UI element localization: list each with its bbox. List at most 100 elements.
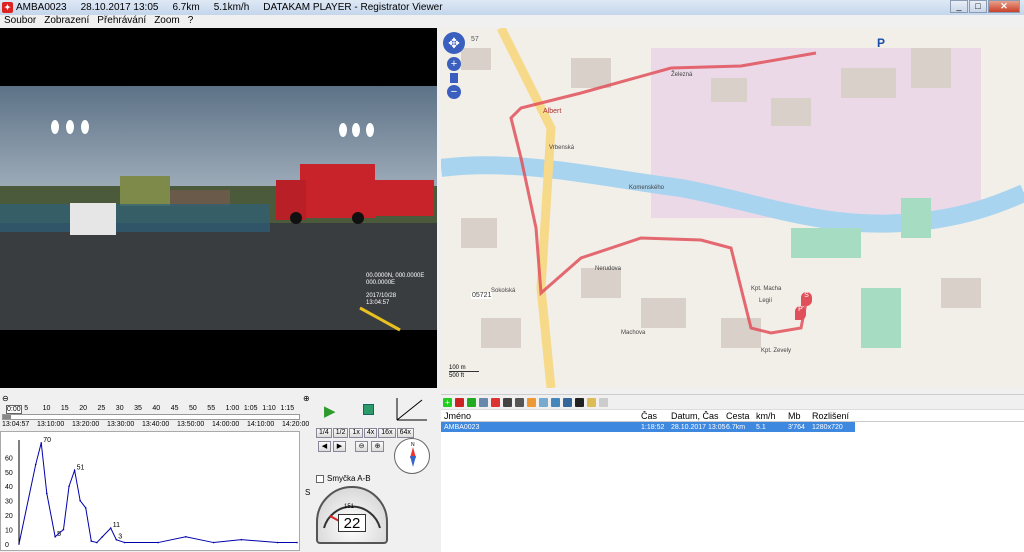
y-tick-label: 30: [5, 499, 13, 506]
col-path[interactable]: Cesta: [726, 411, 756, 421]
zoom-tick: 1:15: [280, 405, 295, 412]
document-icon[interactable]: [599, 397, 608, 407]
cell-time: 1:18:52: [641, 423, 665, 431]
col-speed[interactable]: km/h: [756, 411, 788, 421]
table-row[interactable]: AMBA0023 1:18:52 28.10.2017 13:05 6.7km …: [441, 422, 855, 432]
map-nav-control[interactable]: ✥ + −: [443, 32, 465, 102]
zoom-minus-icon[interactable]: ⊖: [2, 394, 9, 403]
zoom-tick: 45: [170, 405, 179, 412]
peak-label: 3: [118, 534, 122, 541]
close-button[interactable]: ✕: [988, 0, 1020, 13]
speed-button-64x[interactable]: 64x: [396, 428, 414, 438]
file-table-header: Jméno Čas Datum, Čas Cesta km/h Mb Rozli…: [441, 410, 1024, 422]
col-resolution[interactable]: Rozlišení: [812, 411, 852, 421]
menu-zoom[interactable]: Zoom: [150, 15, 184, 27]
speed-point: [296, 541, 298, 544]
maximize-button[interactable]: □: [969, 0, 987, 13]
video-overlay: 00.0000N, 000.0000E 000.0000E 2017/10/28…: [366, 273, 424, 307]
map-label-street1: Vrbenská: [549, 145, 575, 151]
zoom-slider[interactable]: [450, 73, 458, 83]
globe-icon[interactable]: [563, 397, 572, 407]
col-name[interactable]: Jméno: [441, 411, 641, 421]
map-parking: P: [877, 36, 886, 50]
copy-icon[interactable]: [479, 397, 488, 407]
speed-button-1x[interactable]: 1x: [349, 428, 363, 438]
save-icon[interactable]: [503, 397, 512, 407]
delete-icon[interactable]: [491, 397, 500, 407]
zoom-in-icon[interactable]: +: [447, 57, 461, 71]
time-tick: 14:00:00: [212, 421, 240, 428]
menu-prehravani[interactable]: Přehrávání: [93, 15, 150, 27]
video-pane[interactable]: 00.0000N, 000.0000E 000.0000E 2017/10/28…: [0, 28, 437, 388]
map-canvas: [441, 28, 1024, 388]
speed-point: [46, 492, 48, 495]
step-forward-button[interactable]: ▶: [333, 441, 346, 452]
col-time[interactable]: Čas: [641, 411, 671, 421]
map-label-street8: Kpt. Zevely: [761, 348, 792, 354]
speed-button-1-4[interactable]: 1/4: [316, 428, 332, 438]
remove-icon[interactable]: [455, 397, 464, 407]
zoom-out-icon[interactable]: −: [447, 85, 461, 99]
speed-point: [90, 540, 93, 542]
map-scale-ft: 500 ft: [449, 373, 465, 379]
speed-button-16x[interactable]: 16x: [378, 428, 396, 438]
title-app: DATAKAM PLAYER - Registrator Viewer: [263, 2, 443, 13]
step-back-button[interactable]: ◀: [318, 441, 331, 452]
title-distance: 6.7km: [172, 2, 200, 13]
odometer: 151: [344, 504, 355, 510]
map-marker-start[interactable]: S: [801, 292, 812, 306]
zoom-tick: 10: [42, 405, 51, 412]
time-axis: 13:04:57 13:10:00 13:20:00 13:30:00 13:40:00…: [2, 421, 309, 431]
timeline-scrollbar[interactable]: [2, 414, 300, 420]
axes-icon: [392, 396, 430, 424]
film-icon[interactable]: [575, 397, 584, 407]
peak-label: 51: [77, 464, 85, 471]
speed-button-4x[interactable]: 4x: [363, 428, 378, 438]
y-tick-label: 10: [5, 528, 13, 535]
speed-point: [276, 541, 279, 544]
zoom-in-button[interactable]: ⊕: [371, 441, 384, 452]
refresh-icon[interactable]: [467, 397, 476, 407]
map-label-street5: Sokolská: [491, 288, 516, 294]
key-icon[interactable]: [527, 397, 536, 407]
speed-point: [240, 538, 243, 541]
scrollbar-thumb[interactable]: [3, 415, 11, 419]
menu-zobrazeni[interactable]: Zobrazení: [40, 15, 93, 27]
speed-point: [62, 528, 65, 531]
menu-soubor[interactable]: Soubor: [0, 15, 40, 27]
speed-point: [101, 535, 104, 538]
app-icon: ✦: [2, 2, 13, 13]
map-pane[interactable]: ✥ + − 57 Albert P Vrbenská Komenského Ne…: [441, 28, 1024, 388]
col-datetime[interactable]: Datum, Čas: [671, 411, 726, 421]
menu-help[interactable]: ?: [184, 15, 198, 27]
zoom-tick: 35: [134, 405, 142, 412]
speed-chart[interactable]: 60 50 40 30 20 10 0 70 51 11 5 3: [0, 431, 300, 551]
time-tick: 13:20:00: [72, 421, 100, 428]
speed-axis-label: S: [305, 488, 311, 497]
zoom-out-button[interactable]: ⊖: [355, 441, 368, 452]
title-file: AMBA0023: [16, 2, 67, 13]
speed-button-1-2[interactable]: 1/2: [332, 428, 349, 438]
zoom-tick: 5: [24, 405, 29, 412]
menu-bar: Soubor Zobrazení Přehrávání Zoom ?: [0, 15, 1024, 27]
folder-icon[interactable]: [587, 397, 596, 407]
minimize-button[interactable]: _: [950, 0, 968, 13]
timeline-panel: ⊖ ⊕ 0:00 5 10 15 20 25 30 35 40 45 50 55 1:00 1:05 1:1…: [0, 390, 437, 552]
map-marker-parking[interactable]: P: [795, 306, 806, 320]
zoom-plus-icon[interactable]: ⊕: [303, 394, 310, 403]
grid-icon[interactable]: [551, 397, 560, 407]
loop-checkbox[interactable]: [316, 474, 324, 483]
zoom-tick: 30: [115, 405, 124, 412]
col-mb[interactable]: Mb: [788, 411, 812, 421]
time-tick: 13:40:00: [142, 421, 170, 428]
speed-point: [123, 541, 126, 544]
zoom-tick: 50: [189, 405, 197, 412]
loop-label: Smyčka A-B: [327, 474, 371, 483]
stop-icon[interactable]: [363, 404, 374, 415]
pan-arrows-icon[interactable]: ✥: [443, 32, 465, 54]
camera-icon[interactable]: [515, 397, 524, 407]
play-icon[interactable]: ▶: [324, 402, 336, 420]
export-icon[interactable]: [539, 397, 548, 407]
add-icon[interactable]: +: [443, 397, 452, 407]
map-label-albert: Albert: [543, 108, 562, 115]
